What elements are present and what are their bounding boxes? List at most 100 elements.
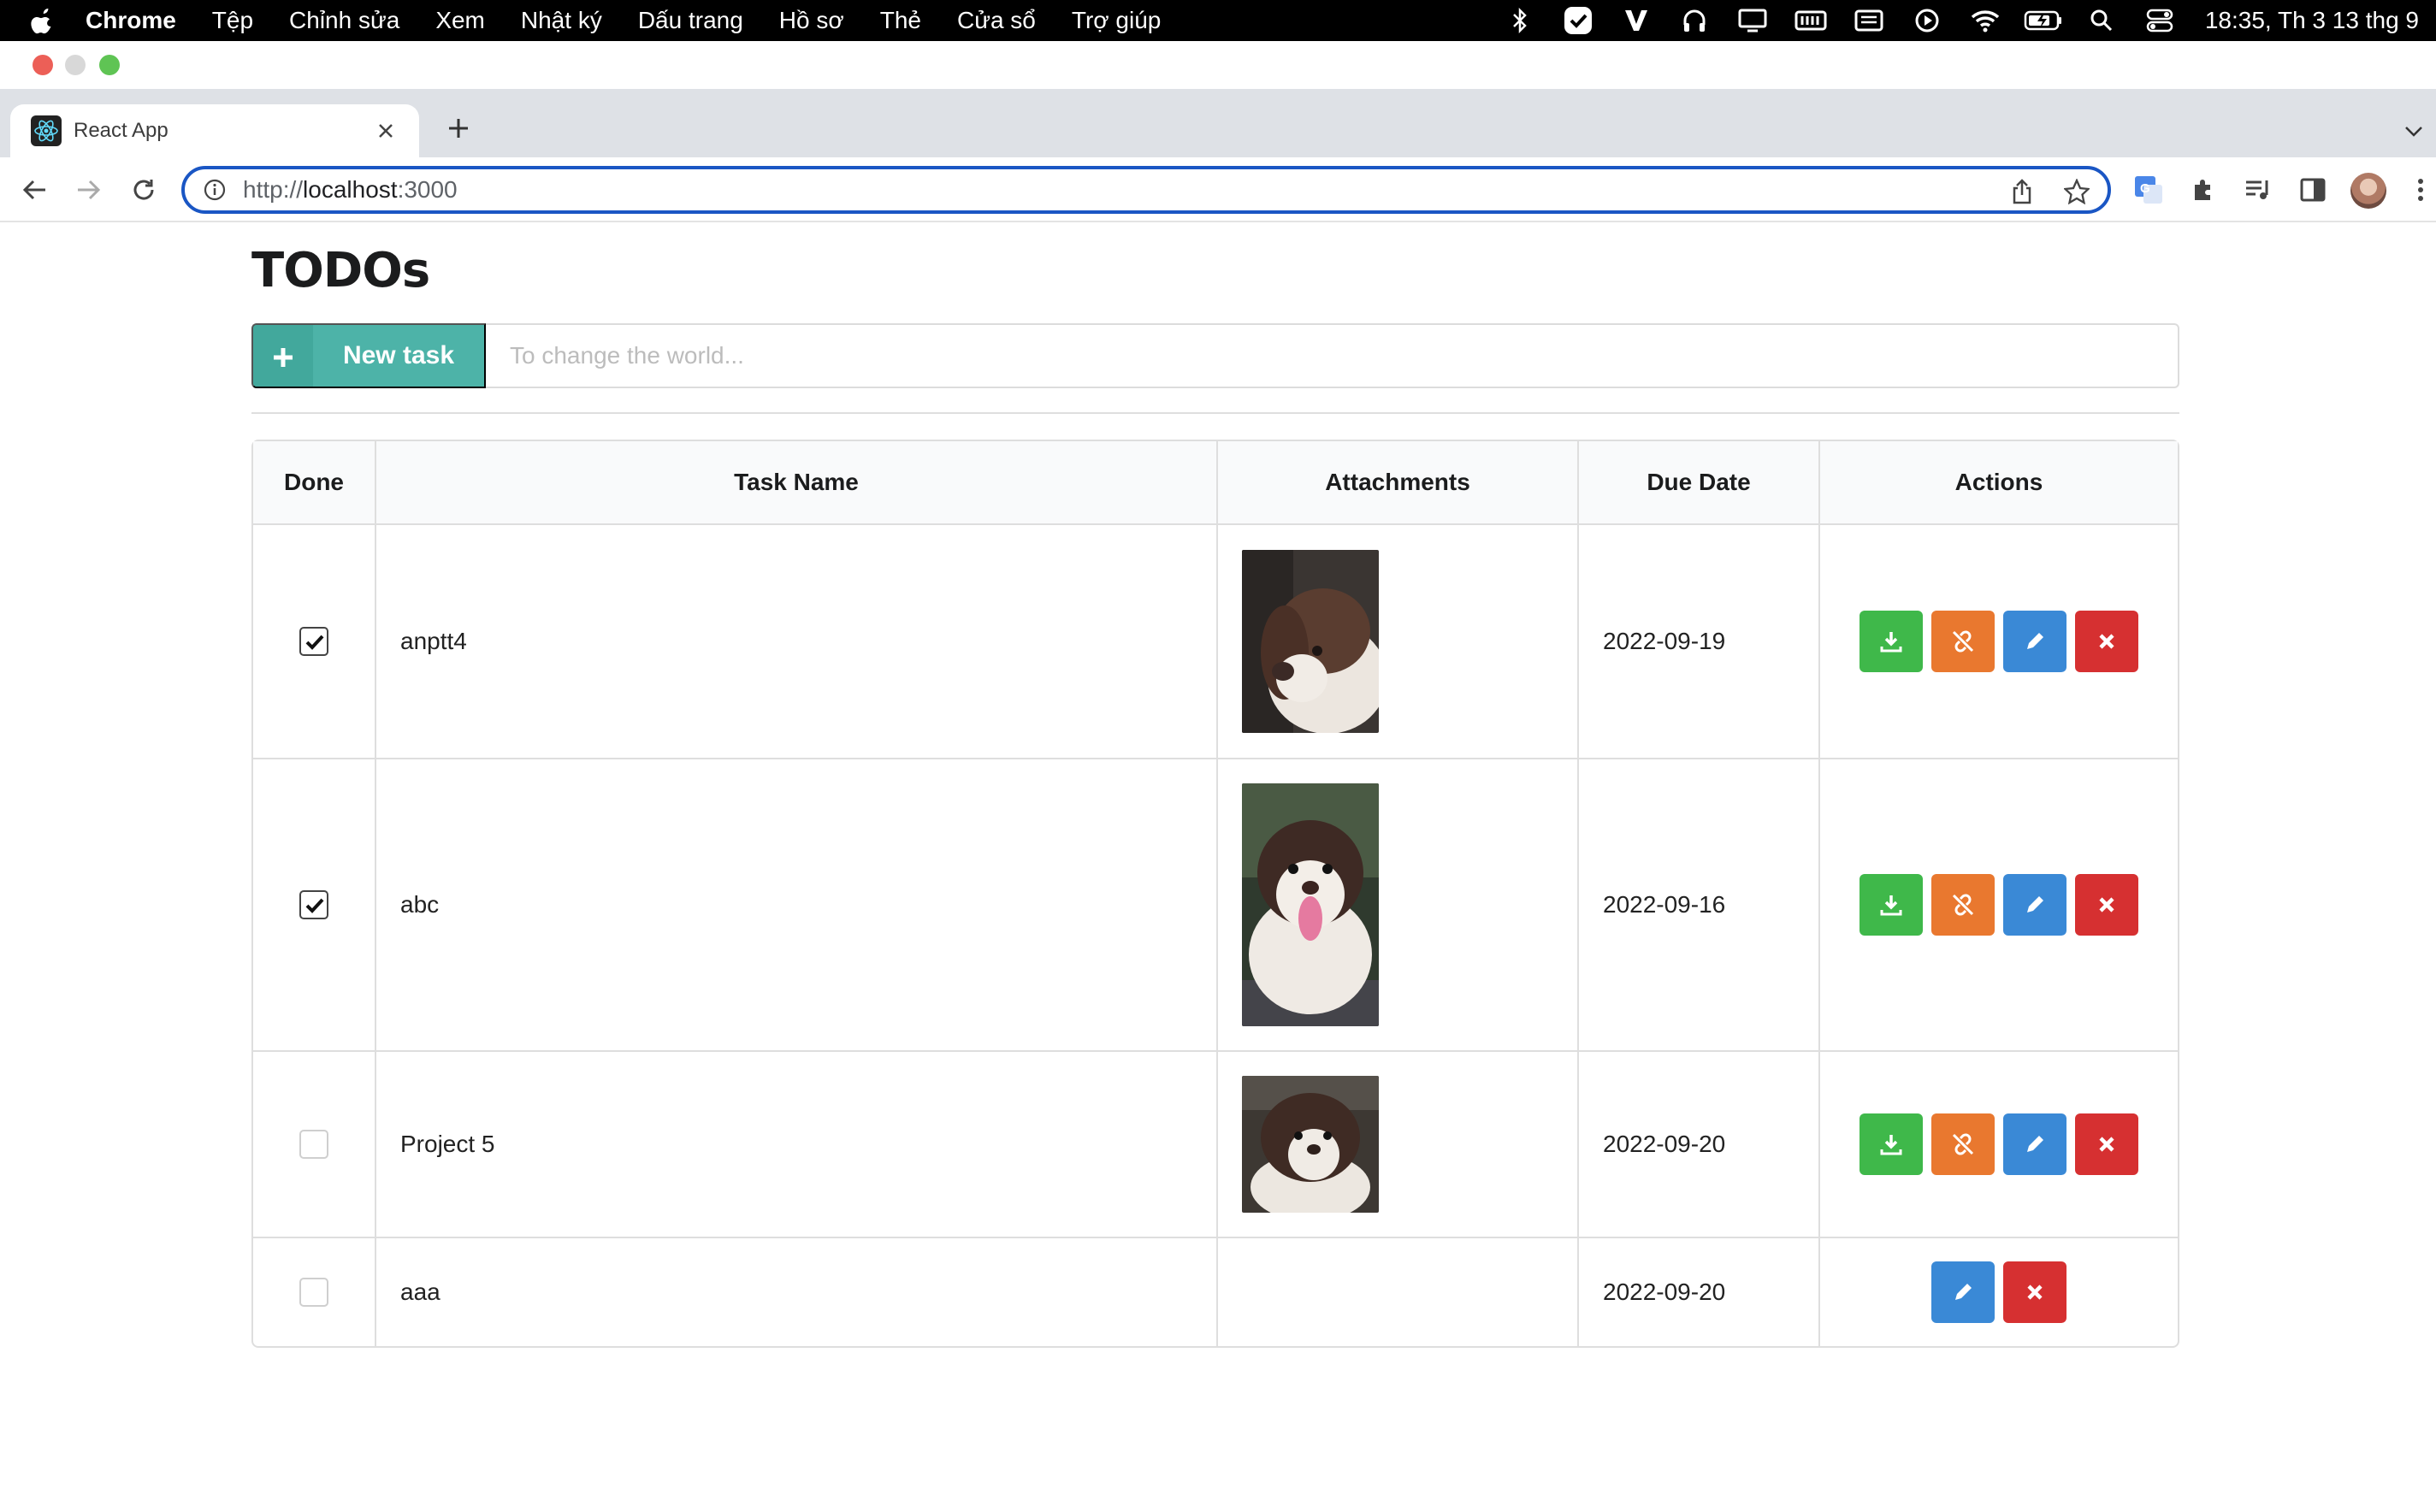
menu-bookmarks[interactable]: Dấu trang [638,7,743,34]
menubar-clock[interactable]: 18:35, Th 3 13 thg 9 [2205,7,2419,34]
done-cell [253,758,375,1050]
extensions-puzzle-icon[interactable] [2186,173,2220,207]
window-maximize-button[interactable] [99,55,120,75]
unlink-button[interactable] [1931,874,1995,936]
table-row: aaa 2022-09-20 [253,1237,2178,1346]
attachment-cell [1216,525,1577,758]
new-task-form: New task [251,323,2179,388]
delete-button[interactable] [2075,874,2138,936]
edit-button[interactable] [2003,874,2066,936]
page-title: TODOs [251,243,430,298]
menu-window[interactable]: Cửa sổ [957,7,1036,34]
menu-profiles[interactable]: Hồ sơ [779,7,844,34]
column-header-done: Done [253,441,375,525]
play-icon[interactable] [1907,0,1947,41]
unlink-icon [1952,1133,1974,1155]
dog-photo-thumbnail[interactable] [1242,550,1379,733]
pencil-icon [2027,633,2043,649]
new-task-button[interactable]: New task [251,323,486,388]
delete-button[interactable] [2003,1261,2066,1323]
edit-button[interactable] [1931,1261,1995,1323]
wifi-icon[interactable] [1966,0,2005,41]
checkmark-app-icon[interactable] [1558,0,1598,41]
dog-photo-thumbnail[interactable] [1242,783,1379,1026]
menu-edit[interactable]: Chỉnh sửa [289,7,399,34]
done-checkbox[interactable] [299,1278,328,1308]
download-icon [1880,632,1902,653]
done-cell [253,1050,375,1237]
memory-icon[interactable] [1791,0,1830,41]
address-url: http://localhost:3000 [243,176,458,204]
unlink-button[interactable] [1931,611,1995,672]
pencil-icon [2027,896,2043,913]
menu-file[interactable]: Tệp [212,7,253,34]
browser-tab-active[interactable]: React App [10,104,419,157]
delete-button[interactable] [2075,1113,2138,1175]
share-icon[interactable] [2007,176,2037,207]
menu-tab[interactable]: Thẻ [880,7,921,34]
delete-button[interactable] [2075,611,2138,672]
due-date-cell: 2022-09-19 [1577,525,1818,758]
reading-list-icon[interactable] [2241,173,2275,207]
display-icon[interactable] [1733,0,1772,41]
download-button[interactable] [1860,611,1923,672]
actions-cell [1818,1050,2178,1237]
edit-button[interactable] [2003,1113,2066,1175]
bluetooth-icon[interactable] [1500,0,1540,41]
menu-help[interactable]: Trợ giúp [1072,7,1161,34]
due-date-cell: 2022-09-20 [1577,1050,1818,1237]
menu-app-chrome[interactable]: Chrome [86,7,176,34]
due-date-cell: 2022-09-16 [1577,758,1818,1050]
macos-menu-bar: Chrome Tệp Chỉnh sửa Xem Nhật ký Dấu tra… [0,0,2436,41]
delete-x-icon [2027,1285,2043,1300]
task-name-cell: aaa [375,1237,1216,1346]
column-header-attachments: Attachments [1216,441,1577,525]
forward-arrow-icon[interactable] [72,173,106,207]
side-panel-icon[interactable] [2296,173,2330,207]
done-cell [253,1237,375,1346]
done-checkbox[interactable] [299,1130,328,1160]
control-center-icon[interactable] [2140,0,2179,41]
window-titlebar [0,41,2436,89]
table-header-row: Done Task Name Attachments Due Date Acti… [253,441,2178,525]
window-close-button[interactable] [33,55,53,75]
actions-cell [1818,758,2178,1050]
window-minimize-button[interactable] [65,55,86,75]
new-task-label: New task [342,341,455,369]
download-button[interactable] [1860,874,1923,936]
v-app-icon[interactable] [1617,0,1656,41]
done-checkbox[interactable] [299,890,328,920]
google-translate-icon[interactable]: G [2132,173,2166,207]
headphones-icon[interactable] [1675,0,1714,41]
apple-icon[interactable] [31,8,55,34]
url-host: localhost [303,176,398,203]
task-name-cell: abc [375,758,1216,1050]
new-task-input[interactable] [486,323,2179,388]
delete-x-icon [2099,1137,2114,1152]
profile-avatar[interactable] [2350,173,2386,209]
keyboard-input-icon[interactable] [1849,0,1889,41]
address-bar[interactable]: http://localhost:3000 [181,166,2111,214]
spotlight-search-icon[interactable] [2082,0,2121,41]
tab-strip: React App [0,89,2436,157]
done-checkbox[interactable] [299,627,328,657]
menu-view[interactable]: Xem [435,7,485,34]
tab-search-chevron-icon[interactable] [2398,116,2429,147]
unlink-button[interactable] [1931,1113,1995,1175]
new-tab-button[interactable] [440,109,477,147]
battery-icon[interactable] [2024,0,2063,41]
table-row: Project 5 2022-09-20 [253,1050,2178,1237]
tab-close-icon[interactable] [371,116,400,145]
dog-photo-thumbnail[interactable] [1242,1076,1379,1213]
task-name-cell: Project 5 [375,1050,1216,1237]
reload-icon[interactable] [127,173,161,207]
menu-history[interactable]: Nhật ký [521,7,602,34]
unlink-icon [1952,630,1974,653]
download-button[interactable] [1860,1113,1923,1175]
more-menu-icon[interactable] [2403,173,2436,207]
download-icon [1880,895,1902,916]
back-arrow-icon[interactable] [17,173,51,207]
edit-button[interactable] [2003,611,2066,672]
site-info-icon[interactable] [202,177,228,203]
bookmark-star-icon[interactable] [2061,176,2092,207]
